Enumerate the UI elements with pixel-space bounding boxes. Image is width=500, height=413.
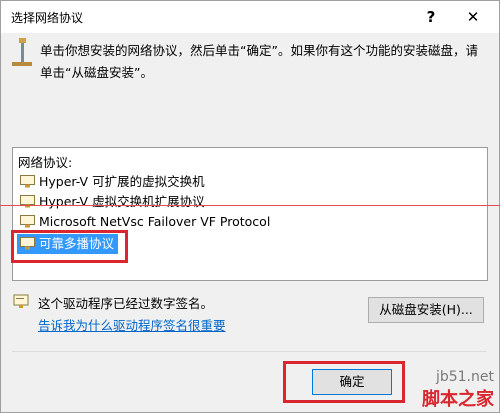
list-caption: 网络协议: <box>18 155 73 170</box>
signature-help-link[interactable]: 告诉我为什么驱动程序签名很重要 <box>38 315 226 334</box>
help-button[interactable]: ? <box>419 6 443 28</box>
protocol-icon <box>20 175 35 188</box>
list-item-hyperv-extensible-switch[interactable]: Hyper-V 可扩展的虚拟交换机 <box>17 172 209 192</box>
network-cable-icon <box>12 38 32 66</box>
watermark: jb51.net 脚本之家 <box>422 369 494 411</box>
close-button[interactable]: ✕ <box>461 6 485 28</box>
list-item-netvsc-failover[interactable]: Microsoft NetVsc Failover VF Protocol <box>17 212 274 232</box>
watermark-name: 脚本之家 <box>422 389 494 410</box>
window-title: 选择网络协议 <box>11 11 84 25</box>
signed-driver-icon <box>13 294 29 308</box>
list-item-label: Hyper-V 可扩展的虚拟交换机 <box>39 174 205 189</box>
protocol-icon <box>20 195 35 208</box>
annotation-highlight-selected-item <box>11 230 128 263</box>
list-item-label: Hyper-V 虚拟交换机扩展协议 <box>39 194 205 209</box>
have-disk-button[interactable]: 从磁盘安装(H)... <box>368 297 484 323</box>
annotation-highlight-ok-button <box>283 361 405 403</box>
protocol-icon <box>20 215 35 228</box>
annotation-line <box>0 205 500 206</box>
signature-status: 这个驱动程序已经过数字签名。 <box>38 296 214 311</box>
instruction-text: 单击你想安装的网络协议，然后单击“确定”。如果你有这个功能的安装磁盘，请单击“从… <box>40 43 478 80</box>
watermark-url: jb51.net <box>435 369 494 385</box>
title-bar: 选择网络协议 ? ✕ <box>0 0 500 33</box>
list-item-hyperv-switch-extension-protocol[interactable]: Hyper-V 虚拟交换机扩展协议 <box>17 192 209 212</box>
list-item-label: Microsoft NetVsc Failover VF Protocol <box>39 214 271 229</box>
separator <box>12 351 486 352</box>
